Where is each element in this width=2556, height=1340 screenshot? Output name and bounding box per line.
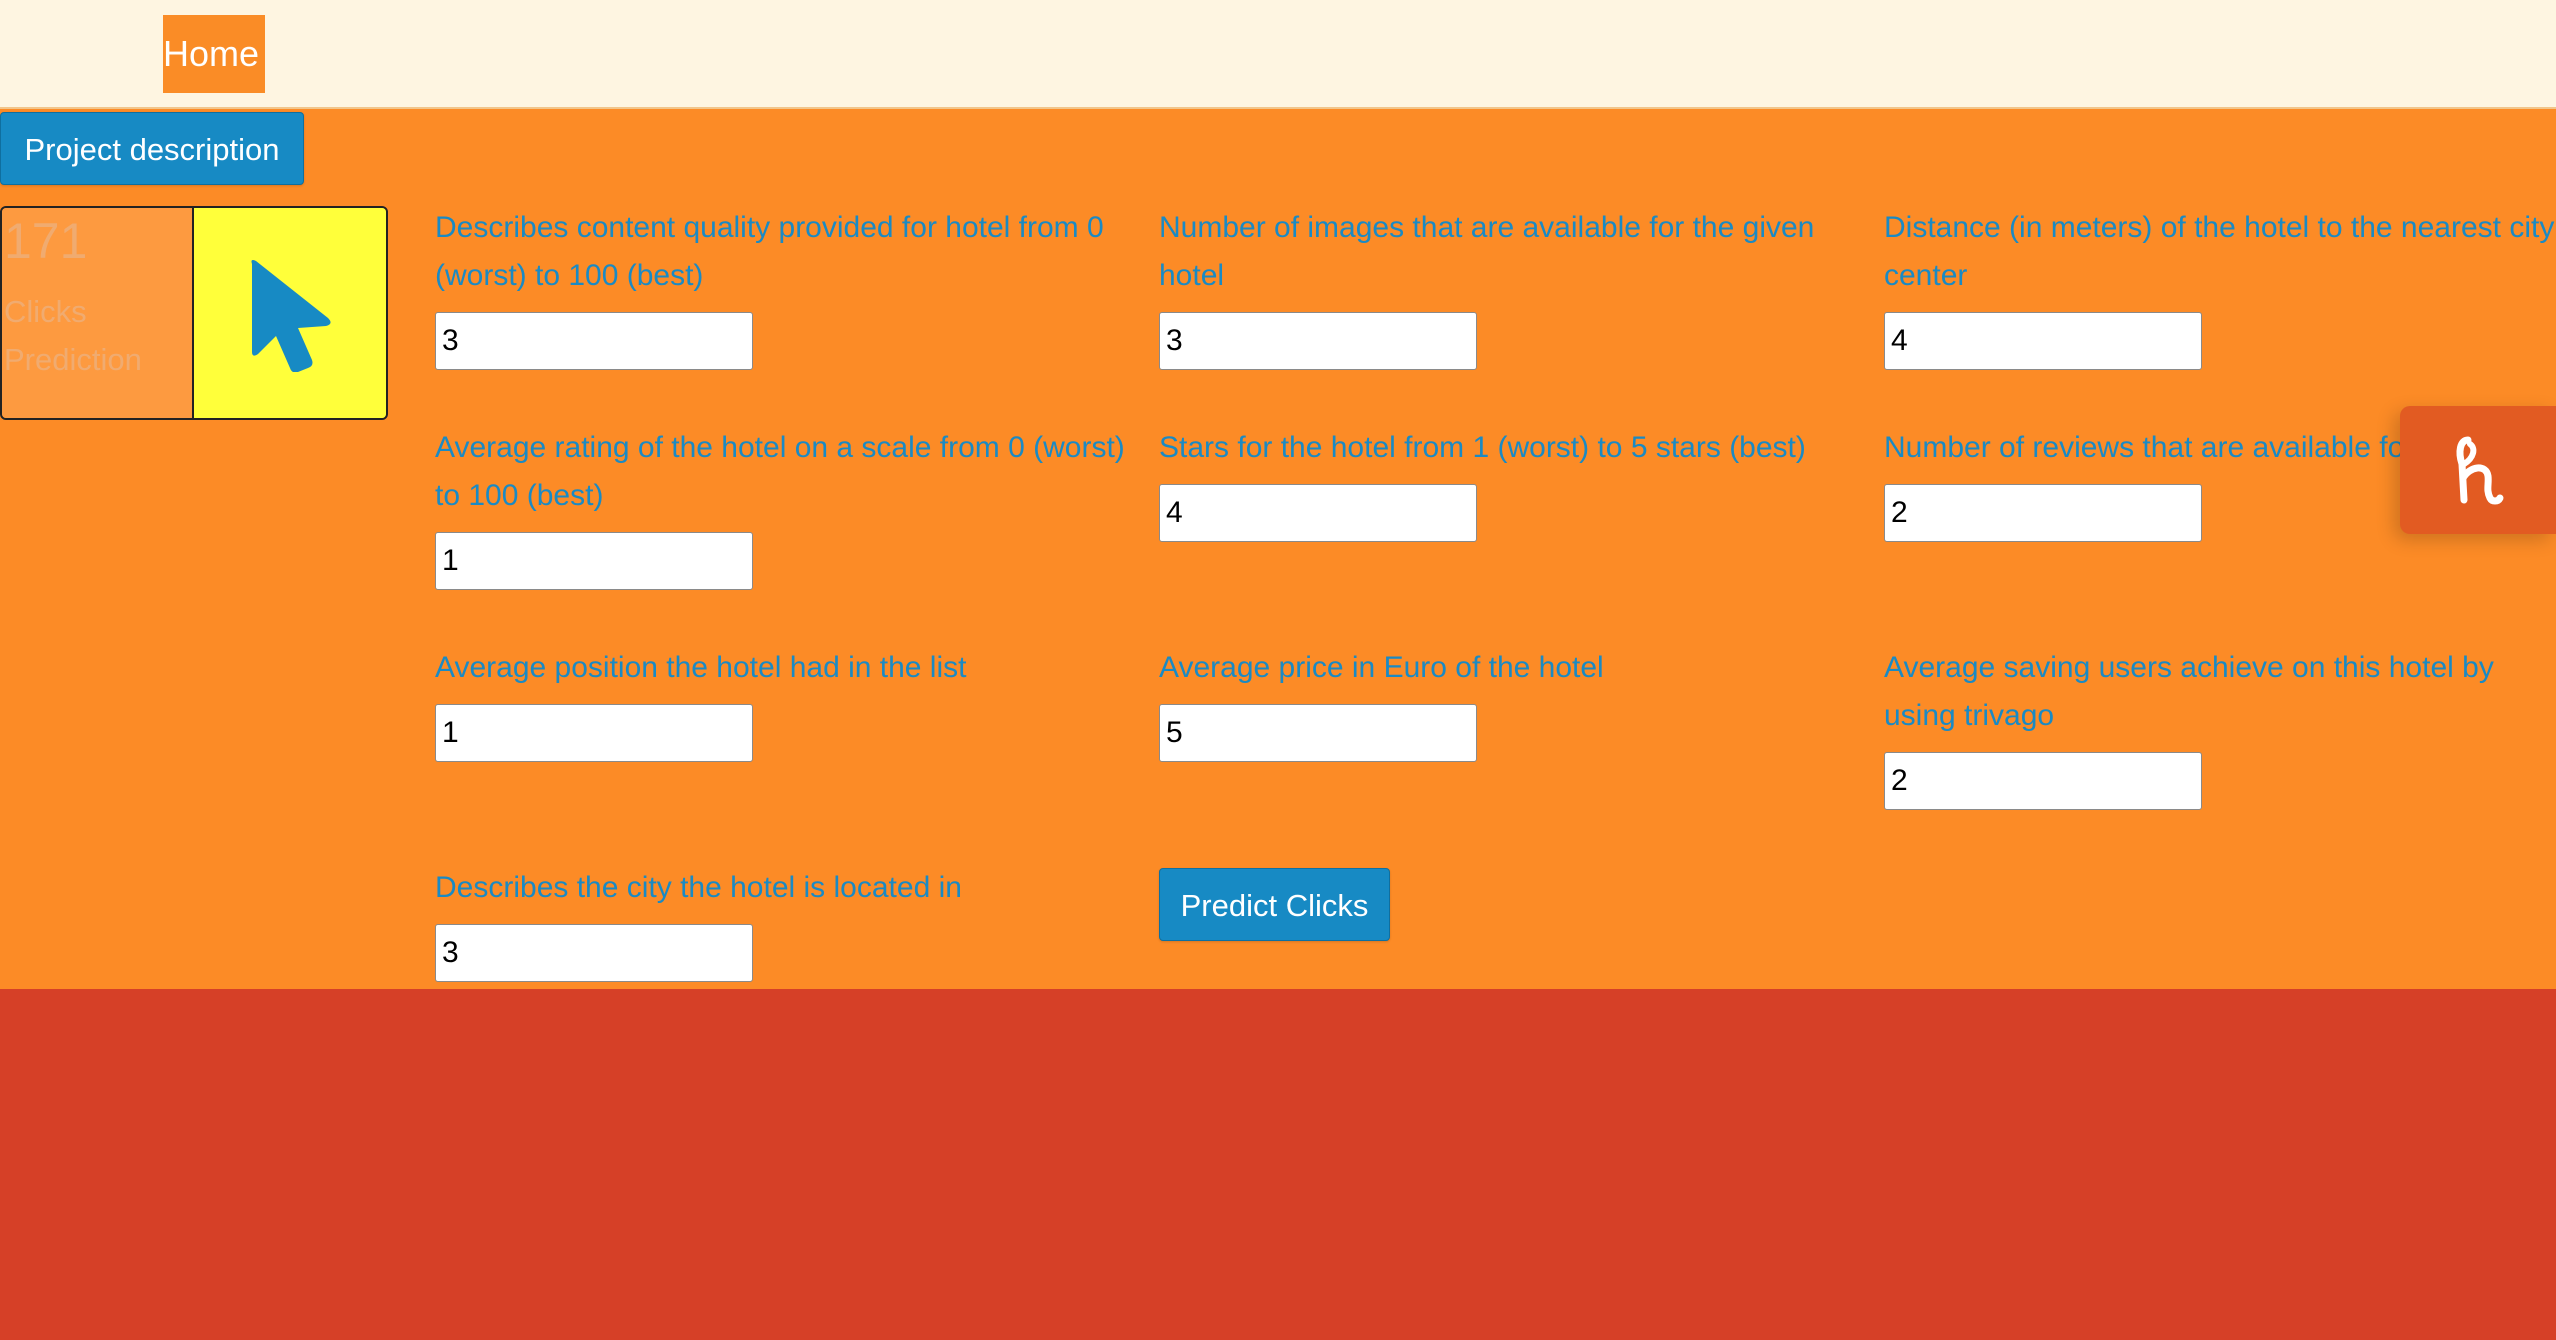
field-avg-saving: Average saving users achieve on this hot…	[1884, 644, 2556, 810]
avg-rating-input[interactable]	[435, 532, 753, 590]
prediction-card: 171 Clicks Prediction	[0, 206, 388, 420]
avg-price-label: Average price in Euro of the hotel	[1159, 651, 1604, 684]
content-score-input[interactable]	[435, 312, 753, 370]
avg-rank-label: Average position the hotel had in the li…	[435, 651, 967, 684]
city-id-label: Describes the city the hotel is located …	[435, 871, 962, 904]
field-avg-rank: Average position the hotel had in the li…	[435, 644, 1135, 762]
footer-area	[0, 989, 2556, 1340]
avg-saving-label: Average saving users achieve on this hot…	[1884, 651, 2494, 732]
project-description-button[interactable]: Project description	[0, 112, 304, 185]
avg-saving-input[interactable]	[1884, 752, 2202, 810]
field-distance: Distance (in meters) of the hotel to the…	[1884, 204, 2556, 370]
honey-h-icon	[2456, 436, 2504, 505]
prediction-value: 171	[4, 213, 88, 269]
distance-input[interactable]	[1884, 312, 2202, 370]
field-avg-price: Average price in Euro of the hotel	[1159, 644, 1859, 762]
nav-home-link[interactable]: Home	[163, 15, 265, 93]
n-images-label: Number of images that are available for …	[1159, 211, 1815, 292]
prediction-label: Clicks Prediction	[4, 294, 142, 377]
field-city-id: Describes the city the hotel is located …	[435, 864, 1135, 982]
prediction-text-panel: 171 Clicks Prediction	[2, 208, 194, 418]
field-stars: Stars for the hotel from 1 (worst) to 5 …	[1159, 424, 1859, 542]
n-reviews-input[interactable]	[1884, 484, 2202, 542]
cursor-arrow-icon	[251, 260, 331, 372]
stars-label: Stars for the hotel from 1 (worst) to 5 …	[1159, 431, 1806, 464]
avg-rank-input[interactable]	[435, 704, 753, 762]
avg-price-input[interactable]	[1159, 704, 1477, 762]
distance-label: Distance (in meters) of the hotel to the…	[1884, 211, 2555, 292]
stars-input[interactable]	[1159, 484, 1477, 542]
n-images-input[interactable]	[1159, 312, 1477, 370]
field-n-images: Number of images that are available for …	[1159, 204, 1859, 370]
field-avg-rating: Average rating of the hotel on a scale f…	[435, 424, 1135, 590]
city-id-input[interactable]	[435, 924, 753, 982]
main-content: Project description 171 Clicks Predictio…	[0, 109, 2556, 989]
honey-extension-button[interactable]	[2400, 406, 2556, 534]
avg-rating-label: Average rating of the hotel on a scale f…	[435, 431, 1125, 512]
field-content-score: Describes content quality provided for h…	[435, 204, 1135, 370]
content-score-label: Describes content quality provided for h…	[435, 211, 1104, 292]
prediction-icon-panel	[194, 208, 386, 418]
navbar: Home	[0, 0, 2556, 109]
predict-clicks-button[interactable]: Predict Clicks	[1159, 868, 1390, 941]
